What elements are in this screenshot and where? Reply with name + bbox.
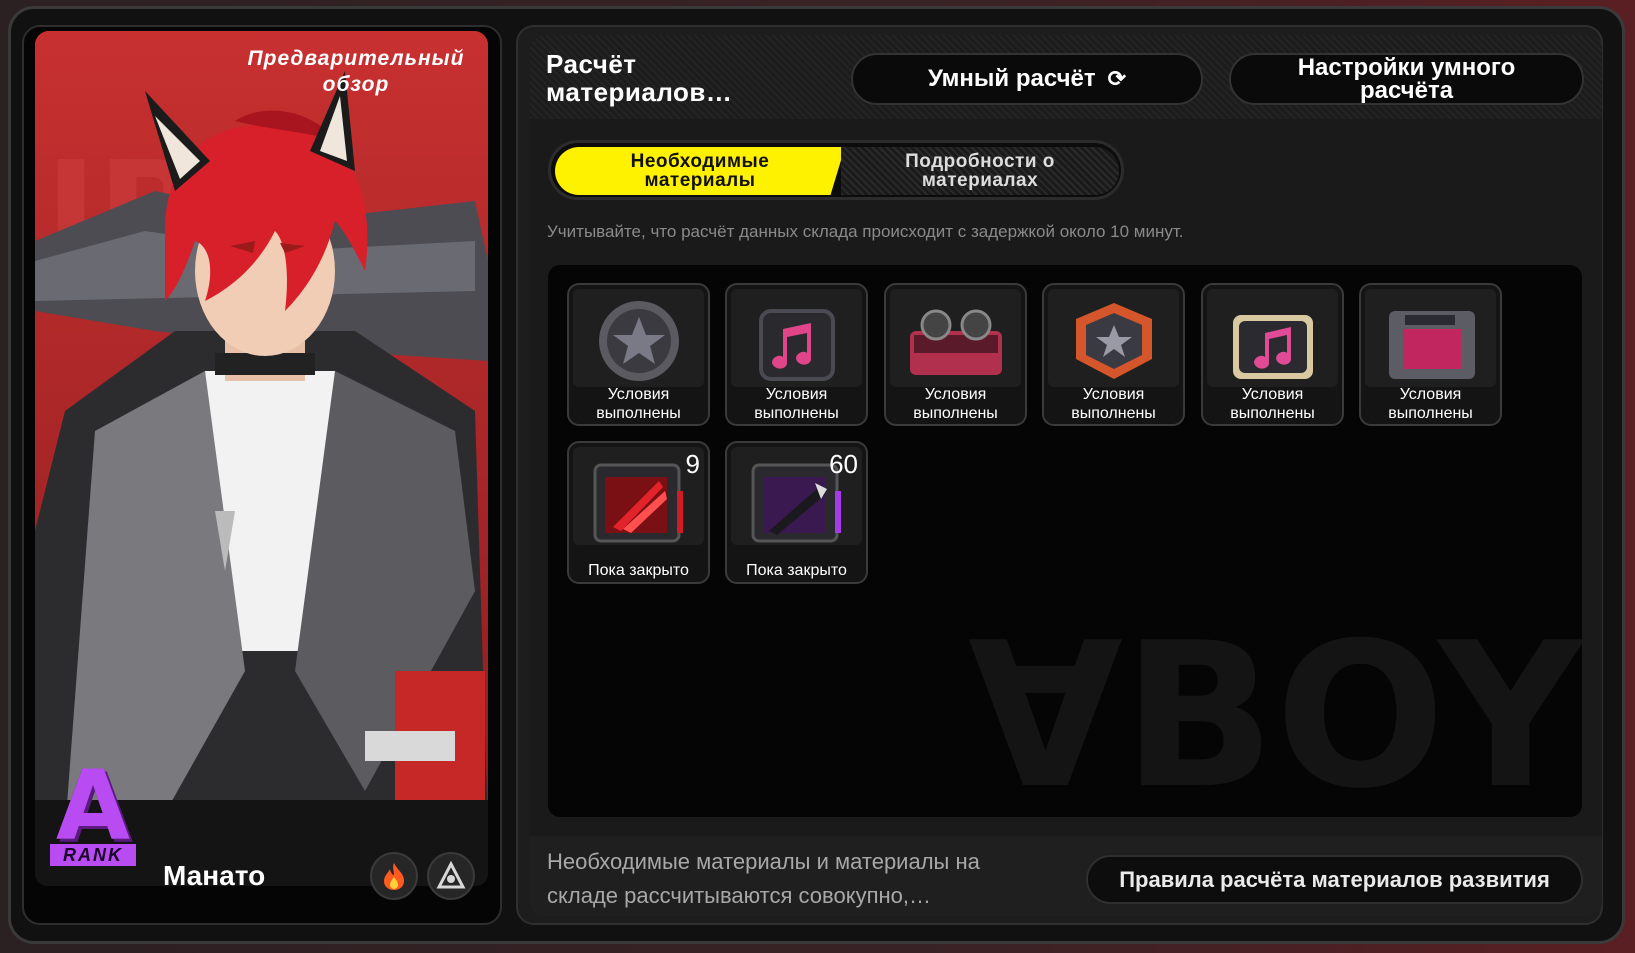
rank-letter: A xyxy=(55,750,131,862)
fire-icon xyxy=(370,852,418,900)
material-status: Пока закрыто xyxy=(588,562,689,579)
material-status: Условия выполнены xyxy=(1071,386,1156,422)
refresh-icon: ⟳ xyxy=(1107,66,1127,91)
material-slot[interactable]: Условия выполнены xyxy=(1359,283,1502,426)
materials-grid: ∀BOY Условия выполнены Условия выполнены… xyxy=(548,265,1582,817)
tab-material-details[interactable]: Подробности о материалах xyxy=(841,147,1119,195)
smart-settings-label: Настройки умного расчёта xyxy=(1297,54,1516,104)
pink-note-chip-icon xyxy=(731,289,862,387)
material-slot[interactable]: Условия выполнены xyxy=(884,283,1027,426)
material-status: Условия выполнены xyxy=(1230,386,1315,422)
rank-badge: A RANK xyxy=(44,750,142,870)
tab-details-label: Подробности о материалах xyxy=(905,151,1055,191)
material-status: Условия выполнены xyxy=(754,386,839,422)
material-count: 60 xyxy=(829,449,858,479)
material-tabs: Необходимые материалы Подробности о мате… xyxy=(548,140,1124,200)
material-status: Условия выполнены xyxy=(1388,386,1473,422)
character-portrait[interactable]: IB xyxy=(35,31,488,831)
material-slot[interactable]: Условия выполнены xyxy=(1201,283,1344,426)
tab-required-materials[interactable]: Необходимые материалы xyxy=(555,147,845,195)
disc-note-icon xyxy=(1207,289,1338,387)
rank-word: RANK xyxy=(50,844,136,866)
material-status: Условия выполнены xyxy=(913,386,998,422)
smart-calc-button[interactable]: Умный расчёт ⟳ xyxy=(851,53,1203,105)
star-coin-icon xyxy=(573,289,704,387)
smart-calc-label: Умный расчёт xyxy=(927,65,1096,92)
calculation-rules-button[interactable]: Правила расчёта материалов развития xyxy=(1086,855,1583,904)
material-count: 9 xyxy=(685,449,700,479)
tab-required-label: Необходимые материалы xyxy=(630,151,770,191)
tape-recorder-icon xyxy=(890,289,1021,387)
character-name: Манато xyxy=(163,860,266,891)
warehouse-delay-note: Учитывайте, что расчёт данных склада про… xyxy=(547,222,1184,241)
preview-label: Предварительный обзор xyxy=(247,47,465,96)
footer-note: Необходимые материалы и материалы на скл… xyxy=(547,849,980,908)
anomaly-icon xyxy=(427,852,475,900)
material-slot[interactable]: Условия выполнены xyxy=(567,283,710,426)
material-status: Пока закрыто xyxy=(746,562,847,579)
material-slot[interactable]: 9 Пока закрыто xyxy=(567,441,710,584)
panel-title: Расчёт материалов… xyxy=(546,49,733,107)
orange-badge-icon xyxy=(1048,289,1179,387)
svg-text:∀BOY: ∀BOY xyxy=(968,600,1582,817)
material-slot[interactable]: Условия выполнены xyxy=(1042,283,1185,426)
material-slot[interactable]: Условия выполнены xyxy=(725,283,868,426)
smart-settings-button[interactable]: Настройки умного расчёта xyxy=(1229,53,1584,105)
red-claw-chip-icon xyxy=(573,447,704,545)
material-slot[interactable]: 60 Пока закрыто xyxy=(725,441,868,584)
floppy-module-icon xyxy=(1365,289,1496,387)
material-status: Условия выполнены xyxy=(596,386,681,422)
character-illustration: IB xyxy=(35,31,488,831)
